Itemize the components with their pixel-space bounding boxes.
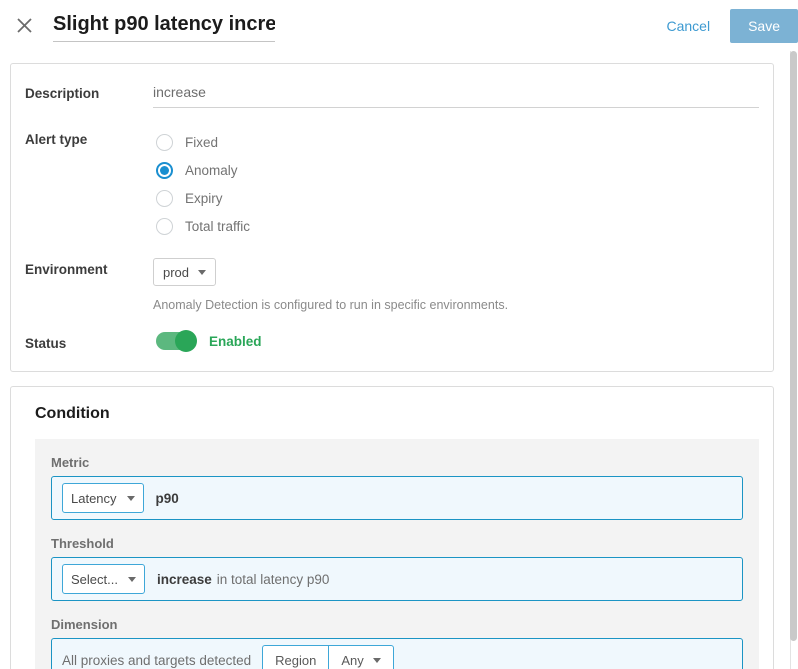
radio-label-fixed: Fixed — [185, 135, 218, 150]
dimension-any-dropdown[interactable]: Any — [328, 645, 393, 669]
toggle-knob — [175, 330, 197, 352]
threshold-block: Threshold Select... increase in total la… — [51, 536, 743, 601]
environment-dropdown[interactable]: prod — [153, 258, 216, 286]
dimension-expression-box[interactable]: All proxies and targets detected Region … — [51, 638, 743, 669]
chevron-down-icon — [198, 270, 206, 275]
description-field — [153, 82, 759, 108]
dimension-region-button[interactable]: Region — [262, 645, 328, 669]
radio-option-anomaly[interactable]: Anomaly — [153, 156, 759, 184]
dimension-button-pair: Region Any — [262, 645, 394, 669]
radio-option-fixed[interactable]: Fixed — [153, 128, 759, 156]
description-label: Description — [25, 82, 153, 101]
dimension-label: Dimension — [51, 617, 743, 632]
environment-label: Environment — [25, 258, 153, 277]
threshold-expression-bold: increase — [157, 572, 212, 587]
radio-option-total-traffic[interactable]: Total traffic — [153, 212, 759, 240]
alert-type-radio-group: Fixed Anomaly Expiry Total traffic — [153, 128, 759, 240]
chevron-down-icon — [127, 496, 135, 501]
radio-label-total-traffic: Total traffic — [185, 219, 250, 234]
threshold-expression-box[interactable]: Select... increase in total latency p90 — [51, 557, 743, 601]
status-row: Status Enabled — [25, 332, 759, 351]
threshold-expression-rest: in total latency p90 — [217, 572, 330, 587]
description-row: Description — [25, 82, 759, 108]
alert-title-wrapper — [53, 9, 275, 42]
radio-circle-anomaly — [156, 162, 173, 179]
cancel-button[interactable]: Cancel — [656, 12, 720, 40]
radio-circle-expiry — [156, 190, 173, 207]
radio-label-expiry: Expiry — [185, 191, 223, 206]
condition-card: Condition Metric Latency p90 Threshold — [10, 386, 774, 669]
description-input[interactable] — [153, 82, 759, 108]
chevron-down-icon — [373, 658, 381, 663]
dimension-block: Dimension All proxies and targets detect… — [51, 617, 743, 669]
environment-field: prod Anomaly Detection is configured to … — [153, 258, 759, 312]
dimension-any-value: Any — [341, 653, 363, 668]
alert-type-label: Alert type — [25, 128, 153, 147]
metric-dropdown-value: Latency — [71, 491, 117, 506]
metric-label: Metric — [51, 455, 743, 470]
vertical-scrollbar[interactable] — [790, 51, 798, 669]
metric-expression-box[interactable]: Latency p90 — [51, 476, 743, 520]
metric-block: Metric Latency p90 — [51, 455, 743, 520]
settings-card: Description Alert type Fixed Anomaly — [10, 63, 774, 372]
chevron-down-icon — [128, 577, 136, 582]
environment-dropdown-value: prod — [163, 265, 189, 280]
save-button[interactable]: Save — [730, 9, 798, 43]
condition-title: Condition — [35, 405, 759, 423]
status-field: Enabled — [153, 332, 759, 350]
status-toggle[interactable] — [156, 332, 196, 350]
radio-option-expiry[interactable]: Expiry — [153, 184, 759, 212]
threshold-label: Threshold — [51, 536, 743, 551]
condition-panel: Metric Latency p90 Threshold Select... — [35, 439, 759, 669]
environment-row: Environment prod Anomaly Detection is co… — [25, 258, 759, 312]
threshold-dropdown[interactable]: Select... — [62, 564, 145, 594]
page-body: Description Alert type Fixed Anomaly — [0, 51, 790, 669]
alert-title-input[interactable] — [53, 9, 275, 42]
environment-helper-text: Anomaly Detection is configured to run i… — [153, 298, 759, 312]
metric-dropdown[interactable]: Latency — [62, 483, 144, 513]
dimension-text: All proxies and targets detected — [62, 653, 251, 668]
metric-expression-bold: p90 — [156, 491, 179, 506]
page-header: Cancel Save — [0, 0, 798, 51]
radio-circle-total-traffic — [156, 218, 173, 235]
radio-circle-fixed — [156, 134, 173, 151]
alert-editor-page: Cancel Save Description Alert type Fixed — [0, 0, 798, 669]
close-icon — [16, 17, 33, 34]
threshold-dropdown-value: Select... — [71, 572, 118, 587]
status-label: Status — [25, 332, 153, 351]
close-icon-button[interactable] — [0, 2, 48, 50]
alert-type-row: Alert type Fixed Anomaly Expiry — [25, 128, 759, 240]
scrollbar-thumb[interactable] — [790, 51, 797, 641]
radio-label-anomaly: Anomaly — [185, 163, 238, 178]
status-state-label: Enabled — [209, 334, 262, 349]
